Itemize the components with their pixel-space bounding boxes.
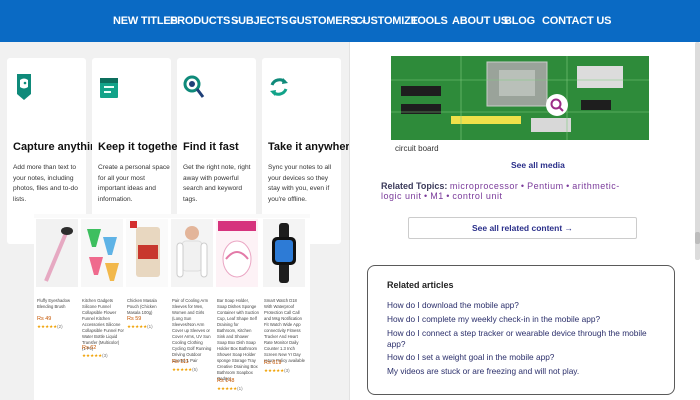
topic-link-m1[interactable]: M1 [430,191,444,201]
related-articles-heading: Related articles [387,280,454,290]
nav-new-titles[interactable]: NEW TITLES [113,0,178,42]
feature-title: Keep it together [98,141,182,153]
product-price: Rs 59 [127,316,142,322]
product-rating: ★★★★★(3) [82,353,108,358]
media-sidebar: circuit board See all media Related Topi… [349,42,700,400]
related-articles-box: Related articles How do I download the m… [367,265,675,395]
feature-description: Sync your notes to all your devices so t… [268,164,332,203]
product-price: Rs 49 [37,316,52,322]
product-title[interactable]: Smart Watch D18 With Waterproof Protecti… [264,298,306,364]
product-card[interactable]: Smart Watch D18 With Waterproof Protecti… [263,219,305,399]
product-rating: ★★★★★(3) [264,368,290,373]
product-rating: ★★★★★(1) [217,386,243,391]
product-price: Rs 111 [172,359,189,365]
topic-separator: • [446,191,450,201]
product-rating: ★★★★★(5) [172,367,198,372]
article-link[interactable]: My videos are stuck or are freezing and … [387,366,667,377]
product-image[interactable] [36,219,78,287]
circuit-board-image[interactable] [391,56,649,140]
article-link[interactable]: How do I download the mobile app? [387,300,667,311]
nav-tools[interactable]: TOOLS [411,0,448,42]
article-link[interactable]: How do I complete my weekly check-in in … [387,314,667,325]
nav-blog[interactable]: BLOG [504,0,535,42]
product-title[interactable]: Fluffy Eyeshadow Blending Brush [37,298,79,310]
top-nav: NEW TITLES PRODUCTS ▼ SUBJECTS ▼ CUSTOMERS… [0,0,700,42]
feature-description: Add more than text to your notes, includ… [13,164,78,203]
topic-link-microprocessor[interactable]: microprocessor [450,181,519,191]
product-title[interactable]: Pair of Cooling Arm Sleeves for Men, Wom… [172,298,214,364]
product-image[interactable] [263,219,305,287]
media-card: circuit board See all media [387,44,653,182]
product-image[interactable] [171,219,213,287]
product-image[interactable] [126,219,168,287]
feature-description: Get the right note, right away with powe… [183,164,251,203]
see-all-related-button[interactable]: See all related content → [408,217,637,239]
product-title[interactable]: Kitchen Gadgets Silicone Funnel Collapsi… [82,298,124,352]
scrollbar[interactable] [695,42,700,260]
product-card[interactable]: Chicken Masala Pouch (Chicken Masala 100… [126,219,168,399]
product-rating: ★★★★★(2) [37,324,63,329]
product-image[interactable] [81,219,123,287]
magnifier-icon [183,75,205,98]
feature-title: Capture anything [13,141,104,153]
topic-separator: • [520,181,525,191]
nav-subjects[interactable]: SUBJECTS ▼ [231,0,298,42]
topic-link-pentium[interactable]: Pentium [527,181,564,191]
product-image[interactable] [216,219,258,287]
feature-title: Take it anywhere [268,141,356,153]
product-rating: ★★★★★(1) [127,324,153,329]
feature-title: Find it fast [183,141,239,153]
media-caption: circuit board [395,144,439,153]
topic-separator: • [566,181,570,191]
product-price: Rs 62 [82,345,97,351]
notebook-icon [100,78,118,98]
product-price: Rs 148 [217,378,235,384]
product-title[interactable]: Chicken Masala Pouch (Chicken Masala 100… [127,298,169,316]
nav-about-us[interactable]: ABOUT US [452,0,508,42]
see-all-media-link[interactable]: See all media [511,160,565,170]
article-link[interactable]: How do I set a weight goal in the mobile… [387,352,667,363]
related-topics: Related Topics: microprocessor • Pentium… [381,181,631,201]
article-link[interactable]: How do I connect a step tracker or weara… [387,328,667,350]
product-carousel: Fluffy Eyeshadow Blending Brush Rs 49 ★★… [34,214,310,400]
topic-link-control-unit[interactable]: control unit [452,191,502,201]
zoom-icon[interactable] [546,94,568,116]
product-title[interactable]: Bar Soap Holder, Soap Dishes Sponge Cont… [217,298,259,382]
elephant-note-icon [17,74,31,100]
features-panel: Capture anything Add more than text to y… [0,42,356,400]
product-card[interactable]: Kitchen Gadgets Silicone Funnel Collapsi… [81,219,124,399]
carousel-header [34,214,310,218]
topic-separator: • [424,191,428,201]
nav-products[interactable]: PRODUCTS ▼ [170,0,240,42]
sync-icon [270,78,288,96]
scrollbar-thumb[interactable] [695,232,700,244]
product-card[interactable]: Fluffy Eyeshadow Blending Brush Rs 49 ★★… [36,219,78,399]
feature-description: Create a personal space for all your mos… [98,164,170,203]
nav-contact-us[interactable]: CONTACT US [542,0,611,42]
product-card[interactable]: Pair of Cooling Arm Sleeves for Men, Wom… [171,219,213,399]
related-topics-label: Related Topics: [381,181,448,191]
nav-customize[interactable]: CUSTOMIZE [355,0,418,42]
product-price: Rs 619 [264,360,282,366]
product-card[interactable]: Bar Soap Holder, Soap Dishes Sponge Cont… [216,219,259,399]
